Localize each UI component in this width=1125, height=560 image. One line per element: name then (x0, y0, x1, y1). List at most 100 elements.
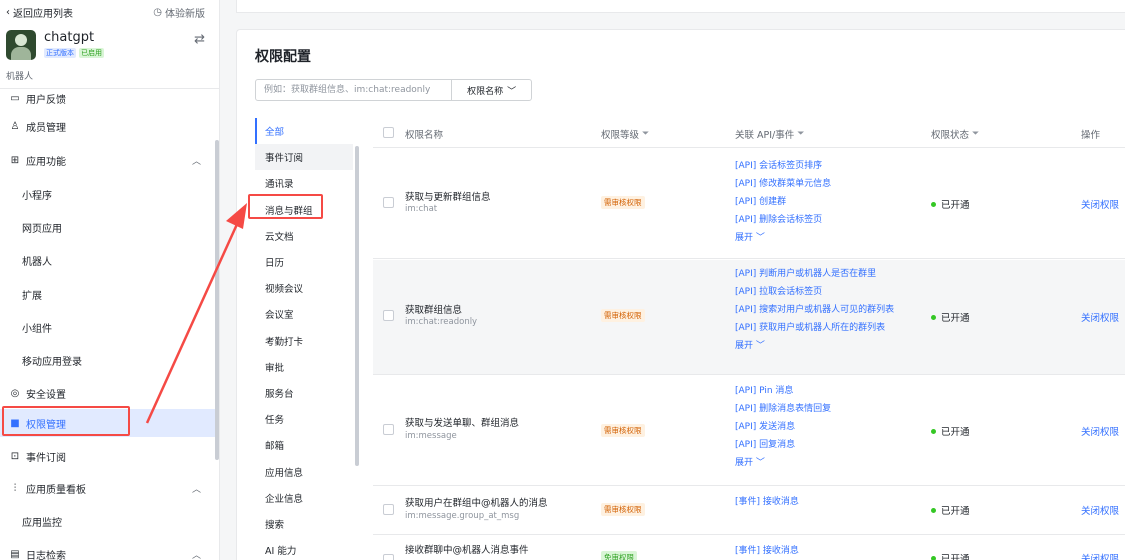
back-to-app-list-link[interactable]: ‹ 返回应用列表 (6, 5, 73, 20)
status-dot-icon (931, 507, 936, 513)
sidebar-item-widget[interactable]: 小组件 (0, 313, 215, 341)
sidebar-item-label: 安全设置 (26, 389, 66, 401)
api-link[interactable]: [事件] 接收消息 (735, 493, 799, 511)
filter-icon[interactable]: ⏷ (797, 129, 804, 139)
api-link[interactable]: [API] Pin 消息 (735, 382, 831, 400)
sidebar-item-label: 事件订阅 (26, 452, 66, 464)
api-link[interactable]: [API] 创建群 (735, 193, 831, 211)
api-link[interactable]: [API] 拉取会话标签页 (735, 283, 894, 301)
status: 已开通 (931, 551, 970, 560)
close-permission-link[interactable]: 关闭权限 (1081, 503, 1119, 517)
app-tags: 正式版本 已启用 (44, 48, 104, 58)
sidebar-item-app-features[interactable]: ⊞ 应用功能 ︿ (0, 146, 215, 174)
category-item[interactable]: 全部 (255, 118, 353, 144)
close-permission-link[interactable]: 关闭权限 (1081, 424, 1119, 438)
switch-app-icon[interactable]: ⇄ (194, 32, 205, 47)
sidebar-item-event-subscription[interactable]: ⊡ 事件订阅 (0, 442, 215, 470)
permission-name: 获取群组信息 (405, 305, 463, 316)
row-checkbox[interactable] (383, 310, 394, 321)
api-link[interactable]: [API] 修改群菜单元信息 (735, 175, 831, 193)
sidebar-item-label: 日志检索 (26, 550, 66, 560)
sidebar-item-members[interactable]: ♙ 成员管理 (0, 112, 215, 140)
sidebar-item-label: 成员管理 (26, 122, 66, 134)
column-header-level: 权限等级 ⏷ (601, 127, 649, 141)
level-badge: 需审核权限 (601, 424, 645, 437)
sidebar-scrollbar[interactable] (215, 140, 219, 460)
category-item[interactable]: 邮箱 (255, 432, 353, 458)
category-item[interactable]: 服务台 (255, 380, 353, 406)
permission-name: 获取与发送单聊、群组消息 (405, 418, 520, 429)
expand-label: 展开 (735, 233, 754, 243)
expand-label: 展开 (735, 458, 754, 468)
permission-name: 接收群聊中@机器人消息事件 (405, 545, 529, 556)
api-link[interactable]: [API] 获取用户或机器人所在的群列表 (735, 319, 894, 337)
app-root: ‹ 返回应用列表 ◷ 体验新版 chatgpt 正式版本 已启用 机器人 ⇄ ▭… (0, 0, 1125, 560)
close-permission-link[interactable]: 关闭权限 (1081, 197, 1119, 211)
api-link[interactable]: [事件] 接收消息 (735, 542, 799, 560)
search-field-select[interactable]: 权限名称 ﹀ (451, 80, 531, 100)
category-item[interactable]: 日历 (255, 249, 353, 275)
sidebar-item-label: 小程序 (22, 190, 52, 202)
category-item[interactable]: 视频会议 (255, 275, 353, 301)
api-link[interactable]: [API] 发送消息 (735, 418, 831, 436)
sidebar-item-mobile-login[interactable]: 移动应用登录 (0, 346, 215, 374)
sidebar-item-quality-board[interactable]: ⫶ 应用质量看板 ︿ (0, 474, 215, 502)
api-list: [事件] 接收消息 (735, 493, 799, 511)
category-item[interactable]: 通讯录 (255, 170, 353, 196)
status-label: 已开通 (941, 554, 970, 560)
column-header-label: 关联 API/事件 (735, 130, 795, 141)
filter-icon[interactable]: ⏷ (972, 129, 979, 139)
filter-icon[interactable]: ⏷ (642, 129, 649, 139)
sidebar-item-log-search[interactable]: ▤ 日志检索 ︿ (0, 540, 215, 560)
category-scrollbar[interactable] (355, 146, 359, 466)
api-link[interactable]: [API] 回复消息 (735, 436, 831, 454)
expand-link[interactable]: 展开 ﹀ (735, 454, 831, 472)
row-checkbox[interactable] (383, 197, 394, 208)
select-all-checkbox[interactable] (383, 127, 394, 138)
category-item[interactable]: 考勤打卡 (255, 328, 353, 354)
row-checkbox[interactable] (383, 504, 394, 515)
column-header-label: 权限等级 (601, 130, 640, 141)
chevron-down-icon: ﹀ (755, 458, 765, 468)
permission-name: 获取与更新群组信息 (405, 192, 491, 203)
sidebar-item-app-monitor[interactable]: 应用监控 (0, 507, 215, 535)
app-card: chatgpt 正式版本 已启用 机器人 ⇄ (0, 24, 219, 88)
api-link[interactable]: [API] 搜索对用户或机器人可见的群列表 (735, 301, 894, 319)
row-checkbox[interactable] (383, 554, 394, 560)
close-permission-link[interactable]: 关闭权限 (1081, 551, 1119, 560)
api-link[interactable]: [API] 会话标签页排序 (735, 157, 831, 175)
permission-code: im:message.group_at_msg (405, 511, 520, 521)
table-header: 权限名称 权限等级 ⏷ 关联 API/事件 ⏷ 权限状态 ⏷ 操作 (373, 118, 1125, 148)
category-item[interactable]: 应用信息 (255, 459, 353, 485)
category-item[interactable]: 任务 (255, 406, 353, 432)
level-badge: 需审核权限 (601, 503, 645, 516)
sidebar-item-extension[interactable]: 扩展 (0, 280, 215, 308)
sidebar-item-label: 用户反馈 (26, 94, 66, 106)
close-permission-link[interactable]: 关闭权限 (1081, 310, 1119, 324)
search-input[interactable] (256, 80, 452, 100)
sidebar-item-web-app[interactable]: 网页应用 (0, 213, 215, 241)
category-item[interactable]: 企业信息 (255, 485, 353, 511)
sidebar-item-mini-program[interactable]: 小程序 (0, 180, 215, 208)
level-badge: 免审权限 (601, 551, 637, 560)
try-new-version-link[interactable]: ◷ 体验新版 (153, 5, 205, 20)
category-item[interactable]: 搜索 (255, 511, 353, 537)
api-link[interactable]: [API] 判断用户或机器人是否在群里 (735, 265, 894, 283)
expand-link[interactable]: 展开 ﹀ (735, 229, 831, 247)
category-item[interactable]: 云文档 (255, 223, 353, 249)
category-item[interactable]: 会议室 (255, 301, 353, 327)
category-item[interactable]: 事件订阅 (255, 144, 353, 170)
expand-link[interactable]: 展开 ﹀ (735, 337, 894, 355)
api-link[interactable]: [API] 删除消息表情回复 (735, 400, 831, 418)
sidebar-item-bot[interactable]: 机器人 (0, 246, 215, 274)
row-checkbox[interactable] (383, 424, 394, 435)
category-item[interactable]: AI 能力 (255, 537, 353, 560)
chevron-down-icon: ﹀ (755, 233, 765, 243)
category-item[interactable]: 审批 (255, 354, 353, 380)
sidebar-item-user-feedback[interactable]: ▭ 用户反馈 (0, 84, 215, 112)
status-label: 已开通 (941, 427, 970, 438)
api-link[interactable]: [API] 删除会话标签页 (735, 211, 831, 229)
level-badge: 需审核权限 (601, 309, 645, 322)
sidebar-item-label: 移动应用登录 (22, 356, 82, 368)
sidebar-item-security[interactable]: ◎ 安全设置 (0, 379, 215, 407)
